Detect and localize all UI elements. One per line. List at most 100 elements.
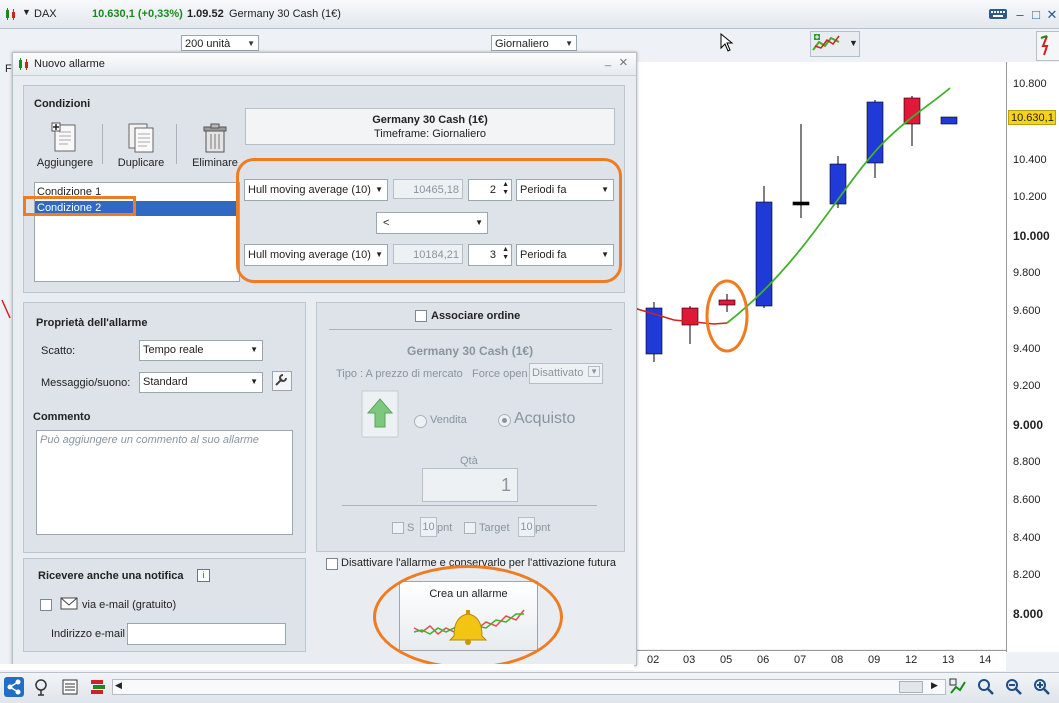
price-axis-label: 10.200 [1013,191,1047,204]
candlestick-chart [633,87,958,362]
comment-textarea[interactable]: Può aggiungere un commento al suo allarm… [36,430,293,535]
units-select-value: 200 unità [185,38,231,50]
time-axis-label: 07 [794,654,807,666]
sound-settings-button[interactable] [272,371,292,391]
candle-icon [17,57,31,74]
instrument-label: Germany 30 Cash (1€) [229,8,341,20]
associate-order-label: Associare ordine [431,310,521,322]
indicator-select-1-value: Hull moving average (10) [248,184,371,196]
periods-stepper-1[interactable]: 2 ▲ ▼ [468,179,512,201]
stepper-arrows-icon[interactable]: ▲ ▼ [502,246,509,262]
indicator-select-2-value: Hull moving average (10) [248,249,371,261]
candle-body [903,97,921,125]
stop-label: S [407,522,415,534]
buy-radio [498,414,511,427]
associate-order-checkbox[interactable] [415,310,427,322]
candle-body [792,201,810,206]
price-axis-label: 9.600 [1013,304,1041,317]
indicator-button[interactable]: ▼ [810,31,860,57]
info-icon[interactable]: i [197,569,210,582]
keyboard-icon[interactable] [986,6,1010,24]
value-field-1: 10465,18 [393,179,463,199]
notification-panel: Ricevere anche una notifica i via e-mail… [23,558,306,652]
email-checkbox[interactable] [40,599,52,611]
scroll-thumb[interactable] [899,681,923,693]
mouse-cursor-icon [720,32,734,56]
qty-field: 1 [422,468,518,502]
time-axis-label: 05 [720,654,733,666]
email-address-input[interactable] [127,623,286,645]
dialog-close-button[interactable]: × [619,54,628,71]
add-document-icon [51,122,76,152]
chevron-down-icon[interactable]: ▼ [22,7,31,17]
zoom-fit-icon[interactable] [976,677,996,697]
target-field: 10 [518,517,535,537]
add-condition-button[interactable]: Aggiungere [32,122,98,172]
offset-mode-select-2[interactable]: Periodi fa ▼ [516,244,614,266]
candle-body [866,101,884,164]
close-window-icon[interactable]: ✕ [1042,6,1059,24]
scroll-right-icon[interactable]: ▶ [931,680,938,691]
side-tool-button[interactable] [1036,31,1059,61]
refresh-alert-icon [1040,35,1049,56]
zoom-in-icon[interactable] [1032,677,1052,697]
conditions-heading: Condizioni [34,98,91,110]
chart-fragment-line [1,299,11,319]
dialog-minimize-button[interactable]: _ [605,55,611,67]
top-bar: ▼ DAX 10.630,1 (+0,33%) 1.09.52 Germany … [0,0,1059,29]
timeframe-select-value: Giornaliero [495,38,549,50]
scroll-left-icon[interactable]: ◀ [115,680,122,691]
chevron-down-icon: ▼ [565,39,573,48]
offset-mode-select-1[interactable]: Periodi fa ▼ [516,179,614,201]
condition-2-highlight [23,196,136,216]
symbol-label[interactable]: DAX [34,8,57,20]
layers-icon[interactable] [88,677,108,697]
duplicate-condition-button[interactable]: Duplicare [108,122,174,172]
price-axis-label: 8.600 [1013,493,1041,506]
periods-stepper-2-value: 3 [489,249,496,261]
price-axis-label: 9.800 [1013,267,1041,279]
operator-select[interactable]: < ▼ [376,212,488,234]
target-checkbox [464,522,476,534]
periods-stepper-2[interactable]: 3 ▲ ▼ [468,244,512,266]
chevron-down-icon: ▼ [601,185,609,194]
stepper-arrows-icon[interactable]: ▲ ▼ [502,181,509,197]
order-type-label: Tipo : A prezzo di mercato [336,368,463,380]
zoom-out-icon[interactable] [1004,677,1024,697]
candle-icon[interactable] [4,7,18,21]
time-label: 1.09.52 [187,8,224,20]
condition-editor: Hull moving average (10) ▼ 10465,18 2 ▲ ▼… [236,158,622,283]
price-axis-label: 8.200 [1013,569,1041,582]
dialog-title: Nuovo allarme [34,58,105,70]
window-tab-letter: F [5,63,12,75]
price-axis-label: 9.400 [1013,342,1041,355]
notify-heading: Ricevere anche una notifica [38,570,184,582]
stop-checkbox [392,522,404,534]
list-icon[interactable] [60,677,80,697]
target-label: Target [479,522,510,534]
message-select[interactable]: Standard ▼ [139,372,263,393]
candle-highlight [705,279,749,353]
duplicate-document-icon [128,123,154,153]
force-open-label: Force open [472,368,528,380]
order-divider [329,329,612,330]
units-select[interactable]: 200 unità ▼ [181,35,259,51]
add-condition-label: Aggiungere [36,157,94,169]
timeframe-select[interactable]: Giornaliero ▼ [491,35,577,51]
chevron-down-icon: ▼ [247,39,255,48]
deactivate-checkbox[interactable] [326,558,338,570]
indicator-select-1[interactable]: Hull moving average (10) ▼ [244,179,388,201]
indicator-select-2[interactable]: Hull moving average (10) ▼ [244,244,388,266]
share-icon[interactable] [4,677,24,697]
alert-settings-icon[interactable] [33,677,53,697]
buy-arrow-icon [360,389,402,442]
horizontal-scrollbar[interactable]: ◀ ▶ [112,679,946,695]
price-chart[interactable] [633,62,1006,649]
comment-placeholder: Può aggiungere un commento al suo allarm… [40,434,259,446]
price-axis-label: 8.000 [1013,607,1044,622]
envelope-icon [60,597,78,613]
left-axis-fragment [0,664,634,670]
target-unit: pnt [535,522,551,534]
chart-zoom-icon[interactable] [948,677,968,697]
trigger-select[interactable]: Tempo reale ▼ [139,340,263,361]
